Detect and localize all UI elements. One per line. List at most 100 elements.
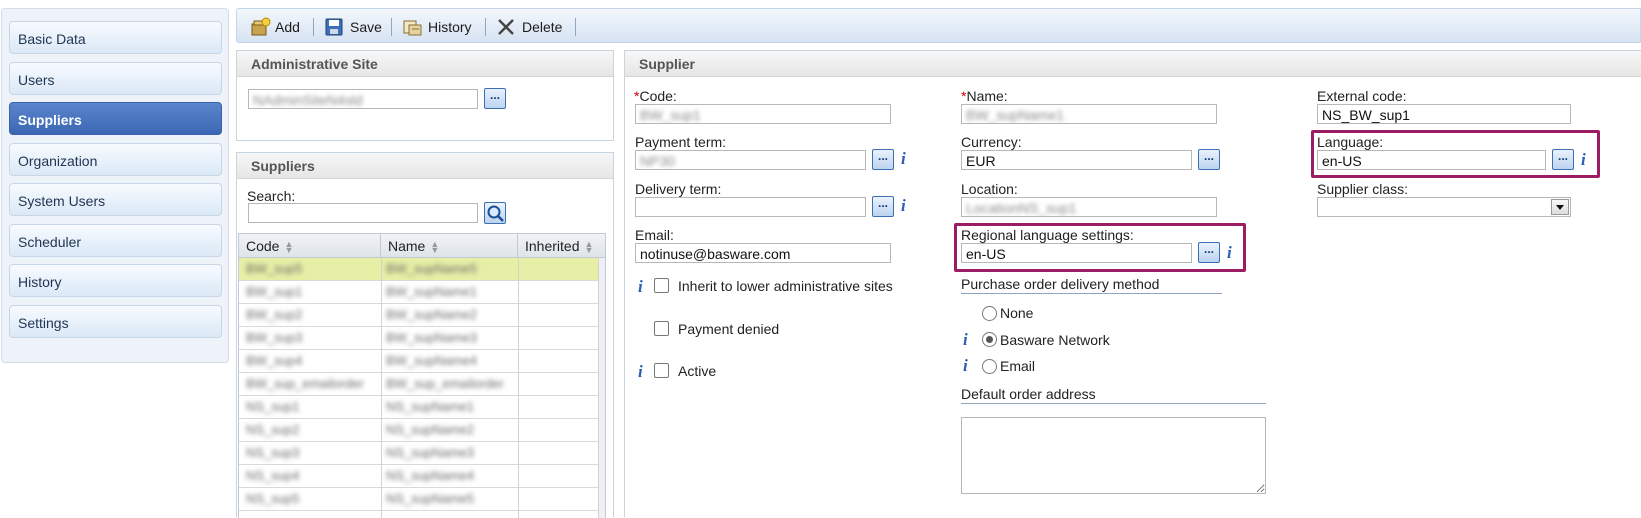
table-row[interactable]: BW_sup1 BW_supName1 [239,281,605,304]
external-code-field[interactable]: NS_BW_sup1 [1317,104,1571,124]
table-row[interactable]: NS_sup4 NS_supName4 [239,465,605,488]
cell-name: BW_supName2 [386,307,478,322]
column-header-code[interactable]: Code ▲ ▼ [239,234,381,258]
table-row[interactable]: BW_sup2 BW_supName2 [239,304,605,327]
info-icon[interactable]: i [638,278,648,295]
name-field[interactable]: BW_supName1 [961,104,1217,124]
active-checkbox[interactable] [654,363,669,378]
delete-button[interactable]: Delete [496,17,568,37]
suppliers-table: Code ▲ ▼ Name ▲ ▼ Inherited ▲ ▼ BW_sup5 BW_supN… [238,233,606,518]
table-row[interactable]: NS_sup2 NS_supName2 [239,419,605,442]
payment-term-browse-button[interactable]: ... [872,149,894,170]
history-button[interactable]: History [402,17,482,37]
code-field[interactable]: BW_sup1 [635,104,891,124]
nav-item-organization[interactable]: Organization [9,143,222,176]
location-field[interactable]: LocationNS_sup1 [961,197,1217,217]
code-label: *Code: [634,88,677,104]
po-method-none-radio[interactable] [982,306,997,321]
table-row[interactable]: NS_sup5 NS_supName5 [239,488,605,511]
cell-name: BW_supName4 [386,353,478,368]
sort-icon: ▲ ▼ [284,239,294,256]
cell-code: NS_sup1 [246,399,300,414]
section-underline [961,403,1266,404]
sort-icon: ▲ ▼ [430,239,440,256]
payment-denied-checkbox[interactable] [654,321,669,336]
name-value: BW_supName1 [966,107,1065,123]
admin-site-panel: Administrative Site NAdminSiteN4sld ... [236,50,614,141]
name-label-text: Name: [966,88,1008,104]
save-label: Save [350,19,382,35]
dropdown-button[interactable] [1551,199,1569,215]
payment-term-field[interactable]: NP30 [635,150,866,170]
nav-item-scheduler[interactable]: Scheduler [9,224,222,257]
email-label: Email: [635,227,674,243]
column-header-name[interactable]: Name ▲ ▼ [381,234,518,258]
cell-code: NS_sup2 [246,422,300,437]
info-icon[interactable]: i [638,363,648,380]
column-inherited-label: Inherited [525,238,580,254]
save-icon [325,18,343,36]
cell-name: NS_supName2 [386,422,475,437]
cell-name: NS_supName4 [386,468,475,483]
default-address-textarea[interactable] [961,417,1266,494]
cell-code: BW_sup3 [246,330,303,345]
column-divider [381,258,382,518]
search-button[interactable] [484,202,506,224]
payment-term-value: NP30 [640,153,676,169]
nav-item-basic-data[interactable]: Basic Data [9,21,222,54]
admin-site-title: Administrative Site [237,51,613,77]
code-label-text: Code: [639,88,677,104]
column-header-inherited[interactable]: Inherited ▲ ▼ [518,234,604,258]
info-icon[interactable]: i [963,357,973,374]
cell-name: BW_sup_emailorder [386,376,504,391]
highlight-box [954,223,1246,272]
table-row[interactable]: BW_sup4 BW_supName4 [239,350,605,373]
payment-term-label: Payment term: [635,134,727,150]
nav-item-users[interactable]: Users [9,62,222,95]
suppliers-title: Suppliers [237,153,613,179]
add-button[interactable]: Add [249,17,309,37]
admin-site-browse-button[interactable]: ... [484,88,506,109]
currency-browse-button[interactable]: ... [1198,149,1220,170]
info-icon[interactable]: i [901,150,911,167]
cell-code: NS_sup5 [246,491,300,506]
po-method-network-radio[interactable] [982,332,997,347]
column-code-label: Code [246,238,280,254]
nav-item-suppliers[interactable]: Suppliers [9,102,222,135]
admin-site-field[interactable]: NAdminSiteN4sld [248,89,478,109]
delete-label: Delete [522,19,563,35]
currency-field[interactable]: EUR [961,150,1192,170]
cell-name: NS_supName5 [386,491,475,506]
table-row[interactable]: BW_sup_emailorder BW_sup_emailorder [239,373,605,396]
inherit-checkbox[interactable] [654,278,669,293]
info-icon[interactable]: i [963,331,973,348]
supplier-class-select[interactable] [1317,197,1571,217]
delivery-term-field[interactable] [635,197,866,217]
save-button[interactable]: Save [324,17,388,37]
table-row[interactable]: BW_sup5 BW_supName5 [239,258,605,281]
supplier-panel: Supplier *Code: BW_sup1 Payment term: NP… [624,50,1641,517]
delete-icon [498,19,514,35]
nav-item-settings[interactable]: Settings [9,305,222,338]
active-label: Active [678,363,717,379]
inherit-label: Inherit to lower administrative sites [678,278,893,294]
search-input[interactable] [248,203,478,223]
table-row[interactable]: BW_sup3 BW_supName3 [239,327,605,350]
info-icon[interactable]: i [901,197,911,214]
cell-code: NS_sup4 [246,468,300,483]
po-method-email-radio[interactable] [982,359,997,374]
delivery-term-browse-button[interactable]: ... [872,196,894,217]
cell-name: BW_supName1 [386,284,478,299]
email-field[interactable]: notinuse@basware.com [635,243,891,263]
delivery-term-label: Delivery term: [635,181,722,197]
nav-item-history[interactable]: History [9,264,222,297]
nav-item-system-users[interactable]: System Users [9,183,222,216]
location-label: Location: [961,181,1018,197]
history-icon [403,20,422,36]
table-scrollbar[interactable] [598,258,605,518]
table-row[interactable]: NS_sup3 NS_supName3 [239,442,605,465]
history-label: History [428,19,472,35]
external-code-label: External code: [1317,88,1407,104]
supplier-title: Supplier [625,51,1641,77]
table-row[interactable]: NS_sup1 NS_supName1 [239,396,605,419]
